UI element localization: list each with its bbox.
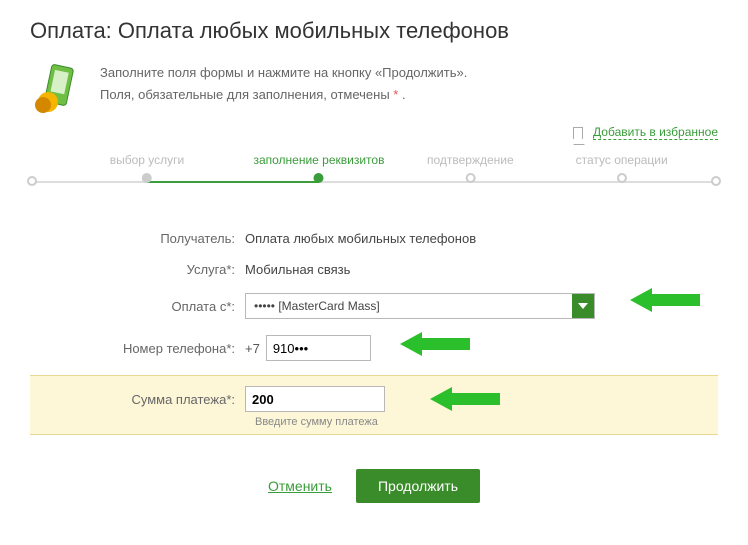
step-dot-icon <box>465 173 475 183</box>
amount-hint: Введите сумму платежа <box>30 416 718 428</box>
phone-prefix: +7 <box>245 341 260 356</box>
annotation-arrow-icon <box>400 329 470 359</box>
intro-block: Заполните поля формы и нажмите на кнопку… <box>30 62 718 114</box>
label-phone: Номер телефона*: <box>30 341 245 356</box>
pay-from-select[interactable]: ••••• [MasterCard Mass] <box>245 293 595 319</box>
step-select-service: выбор услуги <box>110 153 185 183</box>
label-amount: Сумма платежа*: <box>30 392 245 407</box>
cancel-link[interactable]: Отменить <box>268 478 332 494</box>
step-status: статус операции <box>576 153 668 183</box>
favorites-row: Добавить в избранное <box>30 124 718 139</box>
step-dot-icon <box>142 173 152 183</box>
row-service: Услуга*: Мобильная связь <box>30 254 718 285</box>
label-recipient: Получатель: <box>30 231 245 246</box>
value-recipient: Оплата любых мобильных телефонов <box>245 231 476 246</box>
intro-text: Заполните поля формы и нажмите на кнопку… <box>100 62 467 114</box>
annotation-arrow-icon <box>430 384 500 414</box>
amount-input[interactable] <box>245 386 385 412</box>
label-pay-from: Оплата с*: <box>30 299 245 314</box>
step-fill-details: заполнение реквизитов <box>253 153 384 183</box>
add-to-favorites-link[interactable]: Добавить в избранное <box>593 125 718 140</box>
chevron-down-icon <box>572 294 594 318</box>
annotation-arrow-icon <box>630 285 700 315</box>
progress-stepper: выбор услуги заполнение реквизитов подтв… <box>30 153 718 193</box>
continue-button[interactable]: Продолжить <box>356 469 480 503</box>
row-amount: Сумма платежа*: Введите сумму платежа <box>30 375 718 435</box>
payment-phone-icon <box>30 62 82 114</box>
row-recipient: Получатель: Оплата любых мобильных телеф… <box>30 223 718 254</box>
page-title: Оплата: Оплата любых мобильных телефонов <box>30 18 718 44</box>
label-service: Услуга*: <box>30 262 245 277</box>
step-dot-icon <box>617 173 627 183</box>
action-bar: Отменить Продолжить <box>30 469 718 503</box>
row-phone: Номер телефона*: +7 <box>30 327 718 369</box>
step-confirmation: подтверждение <box>427 153 514 183</box>
phone-input[interactable] <box>266 335 371 361</box>
value-service: Мобильная связь <box>245 262 350 277</box>
pay-from-selected: ••••• [MasterCard Mass] <box>246 299 572 313</box>
bookmark-icon <box>573 127 583 139</box>
step-dot-icon <box>314 173 324 183</box>
row-pay-from: Оплата с*: ••••• [MasterCard Mass] <box>30 285 718 327</box>
intro-line-2: Поля, обязательные для заполнения, отмеч… <box>100 84 467 106</box>
intro-line-1: Заполните поля формы и нажмите на кнопку… <box>100 62 467 84</box>
